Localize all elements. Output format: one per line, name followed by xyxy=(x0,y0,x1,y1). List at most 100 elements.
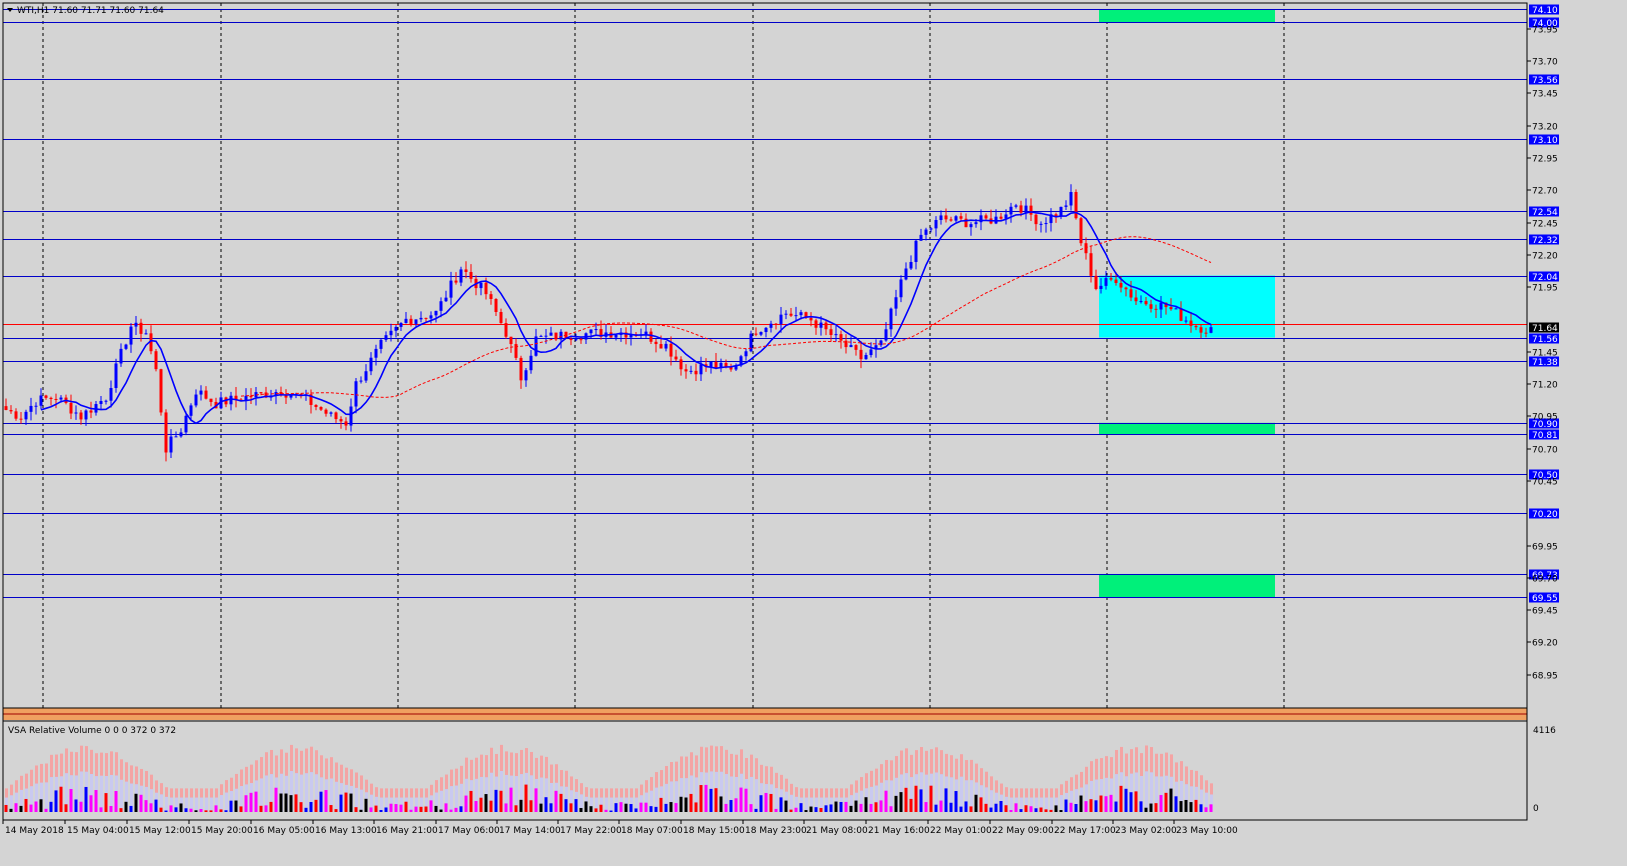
volume-bar xyxy=(514,805,518,812)
volume-bar xyxy=(474,801,478,812)
volume-bar xyxy=(659,797,663,812)
volume-band-inner xyxy=(610,797,613,812)
volume-bar xyxy=(244,795,248,812)
candle-body xyxy=(504,323,508,337)
volume-bar xyxy=(1169,788,1173,812)
candle-body xyxy=(114,363,118,389)
candle-body xyxy=(1029,205,1033,215)
candle-body xyxy=(1019,205,1023,213)
candle-body xyxy=(314,404,318,407)
y-tick-label: 72.70 xyxy=(1532,187,1558,197)
y-tick-label: 73.70 xyxy=(1532,58,1558,68)
volume-bar xyxy=(529,800,533,812)
candle-body xyxy=(1104,278,1108,286)
candle-body xyxy=(1159,302,1163,310)
candle-body xyxy=(879,340,883,346)
y-tick-label: 71.95 xyxy=(1532,284,1558,294)
volume-bar xyxy=(464,795,468,812)
volume-bar xyxy=(1074,804,1078,812)
candle-body xyxy=(154,351,158,370)
volume-bar xyxy=(344,792,348,812)
volume-bar xyxy=(969,806,973,812)
y-tick-label: 69.20 xyxy=(1532,639,1558,649)
candle-body xyxy=(1129,289,1133,298)
candle-body xyxy=(594,329,598,331)
volume-band-inner xyxy=(1010,797,1013,812)
candle-body xyxy=(1189,320,1193,326)
volume-bar xyxy=(414,806,418,812)
y-tick-label: 73.45 xyxy=(1532,90,1558,100)
candle-body xyxy=(864,355,868,360)
volume-bar xyxy=(214,805,218,812)
volume-bar xyxy=(289,795,293,812)
volume-band-inner xyxy=(210,797,213,812)
volume-bar xyxy=(1014,803,1018,812)
candle-body xyxy=(69,402,73,414)
volume-bar xyxy=(439,809,443,812)
volume-bar xyxy=(974,794,978,812)
candle-body xyxy=(229,395,233,405)
volume-bar xyxy=(889,806,893,812)
volume-bar xyxy=(1194,799,1198,812)
y-tick-label: 70.95 xyxy=(1532,413,1558,423)
volume-bar xyxy=(604,809,608,812)
volume-bar xyxy=(879,800,883,812)
volume-bar xyxy=(374,805,378,812)
volume-bar xyxy=(759,795,763,812)
volume-bar xyxy=(269,801,273,812)
candle-body xyxy=(319,406,323,410)
x-tick-label: 22 May 09:00 xyxy=(992,826,1054,836)
volume-band-inner xyxy=(1145,771,1148,812)
candle-body xyxy=(1034,214,1038,225)
volume-bar xyxy=(964,801,968,812)
volume-band-inner xyxy=(805,797,808,812)
volume-bar xyxy=(449,809,453,812)
volume-bar xyxy=(159,807,163,812)
volume-bar xyxy=(989,807,993,812)
candle-body xyxy=(249,395,253,398)
volume-bar xyxy=(619,802,623,812)
volume-band-inner xyxy=(335,781,338,812)
candle-body xyxy=(1064,205,1068,207)
x-tick-label: 18 May 15:00 xyxy=(683,826,745,836)
candle-body xyxy=(384,335,388,340)
candle-body xyxy=(324,409,328,414)
volume-bar xyxy=(884,790,888,812)
x-tick-label: 17 May 06:00 xyxy=(438,826,500,836)
candle-body xyxy=(524,370,528,381)
candle-body xyxy=(1079,218,1083,244)
candle-body xyxy=(379,339,383,349)
candle-body xyxy=(534,336,538,356)
volume-bar xyxy=(124,801,128,812)
volume-bar xyxy=(1064,799,1068,812)
volume-bar xyxy=(919,789,923,812)
volume-bar xyxy=(1139,801,1143,812)
volume-bar xyxy=(314,799,318,812)
candle-body xyxy=(1069,192,1073,206)
volume-bar xyxy=(629,804,633,812)
volume-bar xyxy=(834,801,838,812)
volume-bar xyxy=(224,810,228,812)
volume-bar xyxy=(549,803,553,812)
volume-bar xyxy=(219,809,223,812)
candle-body xyxy=(174,436,178,438)
volume-bar xyxy=(724,803,728,812)
volume-bar xyxy=(394,804,398,812)
y-tick-label: 73.20 xyxy=(1532,123,1558,133)
candle-body xyxy=(1024,205,1028,213)
volume-bar xyxy=(264,805,268,812)
candle-body xyxy=(29,405,33,412)
candle-body xyxy=(614,334,618,338)
candle-body xyxy=(909,261,913,269)
candle-body xyxy=(4,406,8,411)
volume-bar xyxy=(609,810,613,812)
volume-bar xyxy=(779,797,783,812)
level-label: 71.38 xyxy=(1532,358,1558,368)
volume-bar xyxy=(139,794,143,812)
candle-body xyxy=(124,344,128,349)
candle-body xyxy=(769,323,773,328)
volume-bar xyxy=(594,808,598,812)
volume-bar xyxy=(634,808,638,812)
volume-bar xyxy=(259,805,263,812)
volume-band-inner xyxy=(205,797,208,812)
